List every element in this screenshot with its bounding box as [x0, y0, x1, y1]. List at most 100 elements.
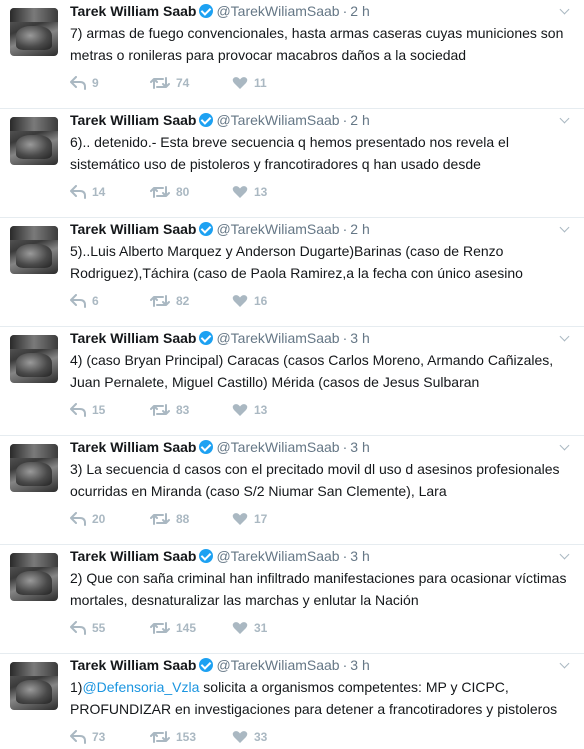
tweet-timestamp[interactable]: 3 h: [350, 548, 369, 564]
author-handle[interactable]: @TarekWiliamSaab: [216, 3, 339, 19]
tweet-timestamp[interactable]: 3 h: [350, 439, 369, 455]
tweet-item[interactable]: Tarek William Saab @TarekWiliamSaab · 3 h 2…: [0, 545, 584, 654]
tweet-header: Tarek William Saab @TarekWiliamSaab · 3 h: [70, 654, 574, 674]
author-handle[interactable]: @TarekWiliamSaab: [216, 112, 339, 128]
retweet-count: 82: [176, 294, 190, 308]
author-handle[interactable]: @TarekWiliamSaab: [216, 221, 339, 237]
retweet-button[interactable]: 145: [150, 621, 196, 637]
like-button[interactable]: 16: [232, 294, 267, 310]
tweet-header: Tarek William Saab @TarekWiliamSaab · 2 h: [70, 218, 574, 238]
author-handle[interactable]: @TarekWiliamSaab: [216, 330, 339, 346]
tweet-timestamp[interactable]: 2 h: [350, 112, 369, 128]
reply-button[interactable]: 20: [70, 512, 105, 528]
tweet-item[interactable]: Tarek William Saab @TarekWiliamSaab · 3 h 3…: [0, 436, 584, 545]
retweet-button[interactable]: 83: [150, 403, 189, 419]
author-handle[interactable]: @TarekWiliamSaab: [216, 439, 339, 455]
author-name[interactable]: Tarek William Saab: [70, 112, 196, 128]
tweet-text: 1)@Defensoria_Vzla solicita a organismos…: [70, 676, 574, 720]
avatar[interactable]: [10, 226, 58, 274]
retweet-button[interactable]: 74: [150, 76, 189, 92]
separator: ·: [342, 3, 348, 19]
avatar[interactable]: [10, 553, 58, 601]
reply-button[interactable]: 14: [70, 185, 105, 201]
retweet-icon: [150, 731, 170, 743]
tweet-item[interactable]: Tarek William Saab @TarekWiliamSaab · 2 h 7…: [0, 0, 584, 109]
retweet-count: 145: [176, 621, 197, 635]
tweet-text-body: 4) (caso Bryan Principal) Caracas (casos…: [70, 352, 554, 390]
author-handle[interactable]: @TarekWiliamSaab: [216, 548, 339, 564]
reply-button[interactable]: 55: [70, 621, 105, 637]
retweet-button[interactable]: 82: [150, 294, 189, 310]
retweet-count: 88: [176, 512, 190, 526]
heart-icon: [232, 513, 248, 525]
tweet-text-body: 2) Que con saña criminal han infiltrado …: [70, 570, 567, 608]
reply-button[interactable]: 6: [70, 294, 99, 310]
mention-link[interactable]: @Defensoria_Vzla: [82, 679, 199, 695]
separator: ·: [342, 221, 348, 237]
verified-badge-icon: [199, 440, 214, 454]
author-handle[interactable]: @TarekWiliamSaab: [216, 657, 339, 673]
like-button[interactable]: 31: [232, 621, 267, 637]
retweet-icon: [150, 77, 170, 89]
tweet-header: Tarek William Saab @TarekWiliamSaab · 2 h: [70, 0, 574, 20]
tweet-text-prefix: 1): [70, 679, 83, 695]
author-name[interactable]: Tarek William Saab: [70, 221, 196, 237]
reply-icon: [70, 621, 86, 635]
reply-count: 15: [92, 403, 106, 417]
like-button[interactable]: 11: [232, 76, 267, 92]
reply-button[interactable]: 73: [70, 730, 105, 746]
tweet-item[interactable]: Tarek William Saab @TarekWiliamSaab · 2 h 5…: [0, 218, 584, 327]
like-button[interactable]: 13: [232, 403, 267, 419]
tweet-timestamp[interactable]: 2 h: [350, 221, 369, 237]
heart-icon: [232, 622, 248, 634]
verified-badge-icon: [199, 113, 214, 127]
author-name[interactable]: Tarek William Saab: [70, 657, 196, 673]
tweet-header: Tarek William Saab @TarekWiliamSaab · 3 h: [70, 327, 574, 347]
tweet-text: 2) Que con saña criminal han infiltrado …: [70, 567, 574, 611]
tweet-timestamp[interactable]: 2 h: [350, 3, 369, 19]
tweet-timestamp[interactable]: 3 h: [350, 330, 369, 346]
like-button[interactable]: 13: [232, 185, 267, 201]
tweet-item[interactable]: Tarek William Saab @TarekWiliamSaab · 3 h 4…: [0, 327, 584, 436]
tweet-text-body: 7) armas de fuego convencionales, hasta …: [70, 25, 564, 63]
like-count: 16: [254, 294, 268, 308]
tweet-timestamp[interactable]: 3 h: [350, 657, 369, 673]
tweet-item[interactable]: Tarek William Saab @TarekWiliamSaab · 3 h 1…: [0, 654, 584, 749]
chevron-down-icon[interactable]: [560, 6, 570, 14]
tweet-item[interactable]: Tarek William Saab @TarekWiliamSaab · 2 h 6…: [0, 109, 584, 218]
retweet-button[interactable]: 80: [150, 185, 189, 201]
tweet-text-body: 5)..Luis Alberto Marquez y Anderson Duga…: [70, 243, 523, 281]
tweet-header: Tarek William Saab @TarekWiliamSaab · 3 h: [70, 436, 574, 456]
like-button[interactable]: 33: [232, 730, 267, 746]
avatar[interactable]: [10, 8, 58, 56]
chevron-down-icon[interactable]: [560, 333, 570, 341]
retweet-icon: [150, 295, 170, 307]
retweet-button[interactable]: 88: [150, 512, 189, 528]
tweet-timeline: Tarek William Saab @TarekWiliamSaab · 2 h 7…: [0, 0, 584, 749]
chevron-down-icon[interactable]: [560, 442, 570, 450]
author-name[interactable]: Tarek William Saab: [70, 3, 196, 19]
chevron-down-icon[interactable]: [560, 551, 570, 559]
separator: ·: [342, 112, 348, 128]
retweet-icon: [150, 622, 170, 634]
avatar[interactable]: [10, 335, 58, 383]
chevron-down-icon[interactable]: [560, 224, 570, 232]
author-name[interactable]: Tarek William Saab: [70, 330, 196, 346]
avatar[interactable]: [10, 662, 58, 710]
avatar[interactable]: [10, 117, 58, 165]
chevron-down-icon[interactable]: [560, 115, 570, 123]
chevron-down-icon[interactable]: [560, 660, 570, 668]
like-button[interactable]: 17: [232, 512, 267, 528]
author-name[interactable]: Tarek William Saab: [70, 548, 196, 564]
verified-badge-icon: [199, 331, 214, 345]
like-count: 13: [254, 185, 268, 199]
avatar[interactable]: [10, 444, 58, 492]
author-name[interactable]: Tarek William Saab: [70, 439, 196, 455]
retweet-icon: [150, 404, 170, 416]
reply-count: 73: [92, 730, 106, 744]
reply-icon: [70, 294, 86, 308]
reply-button[interactable]: 9: [70, 76, 99, 92]
reply-button[interactable]: 15: [70, 403, 105, 419]
retweet-icon: [150, 186, 170, 198]
retweet-button[interactable]: 153: [150, 730, 196, 746]
